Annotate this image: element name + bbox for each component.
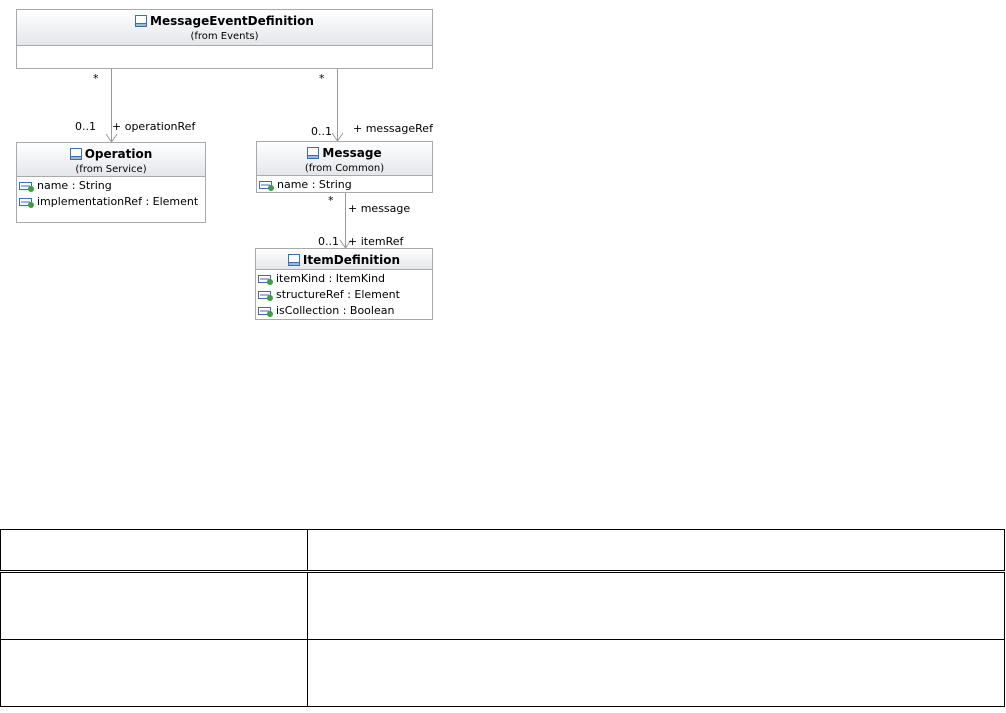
attribute-icon [258, 291, 273, 301]
operation-ref-source-multiplicity: * [93, 72, 99, 85]
operation-ref-target-multiplicity: 0..1 [75, 120, 96, 133]
attribute-list: name : String [257, 176, 432, 194]
attribute-list: itemKind : ItemKind structureRef : Eleme… [256, 270, 432, 320]
attribute-row[interactable]: structureRef : Element [258, 287, 430, 303]
table-header-cell [307, 529, 1005, 573]
item-ref-role-label: + itemRef [348, 235, 404, 248]
attribute-icon [259, 181, 274, 191]
class-name: Message [322, 146, 382, 160]
table-row [0, 571, 1005, 640]
message-ref-role-label: + messageRef [353, 122, 433, 135]
operation-class[interactable]: Operation (from Service) name : String i… [16, 142, 206, 223]
attribute-row[interactable]: name : String [19, 178, 203, 194]
class-title: MessageEventDefinition [135, 13, 314, 29]
attribute-row[interactable]: name : String [259, 177, 430, 193]
class-icon [287, 254, 300, 266]
attribute-icon [19, 198, 34, 208]
item-ref-source-role-label: + message [348, 202, 411, 215]
table-header-cell [0, 529, 308, 573]
class-header: MessageEventDefinition (from Events) [17, 10, 432, 46]
attribute-text: name : String [37, 179, 112, 192]
class-title: Operation [69, 146, 153, 162]
table-cell [0, 571, 308, 640]
item-ref-target-multiplicity: 0..1 [318, 235, 339, 248]
class-name: MessageEventDefinition [150, 14, 314, 28]
attribute-row[interactable]: isCollection : Boolean [258, 303, 430, 319]
class-header: Message (from Common) [257, 142, 432, 176]
class-package: (from Events) [190, 31, 259, 42]
table-cell [307, 571, 1005, 640]
class-header: ItemDefinition [256, 249, 432, 270]
attribute-text: implementationRef : Element [37, 195, 199, 208]
operation-ref-role-label: + operationRef [112, 120, 196, 133]
message-class[interactable]: Message (from Common) name : String [256, 141, 433, 193]
attribute-text: isCollection : Boolean [276, 304, 395, 317]
attribute-text: itemKind : ItemKind [276, 272, 386, 285]
class-icon [307, 147, 320, 159]
attribute-icon [19, 182, 34, 192]
class-title: ItemDefinition [287, 252, 401, 268]
attribute-text: structureRef : Element [276, 288, 400, 301]
class-name: Operation [84, 147, 153, 161]
class-icon [69, 148, 82, 160]
attribute-icon [258, 275, 273, 285]
attribute-row[interactable]: itemKind : ItemKind [258, 271, 430, 287]
table-row [0, 639, 1005, 707]
table-header-row [0, 529, 1005, 573]
attribute-icon [258, 307, 273, 317]
class-name: ItemDefinition [302, 253, 401, 267]
class-header: Operation (from Service) [17, 143, 205, 177]
class-icon [135, 15, 148, 27]
table-cell [307, 639, 1005, 707]
message-ref-source-multiplicity: * [319, 72, 325, 85]
attribute-text: name : String [277, 178, 352, 191]
attribute-description-table [0, 529, 1005, 707]
item-ref-source-multiplicity: * [328, 194, 334, 207]
class-title: Message [307, 145, 382, 161]
table-cell [0, 639, 308, 707]
attribute-row[interactable]: implementationRef : Element [19, 194, 203, 210]
class-package: (from Service) [75, 164, 147, 175]
message-event-definition-class[interactable]: MessageEventDefinition (from Events) [16, 9, 433, 69]
class-package: (from Common) [304, 163, 385, 174]
item-definition-class[interactable]: ItemDefinition itemKind : ItemKind struc… [255, 248, 433, 320]
message-ref-target-multiplicity: 0..1 [311, 125, 332, 138]
attribute-list: name : String implementationRef : Elemen… [17, 177, 205, 211]
